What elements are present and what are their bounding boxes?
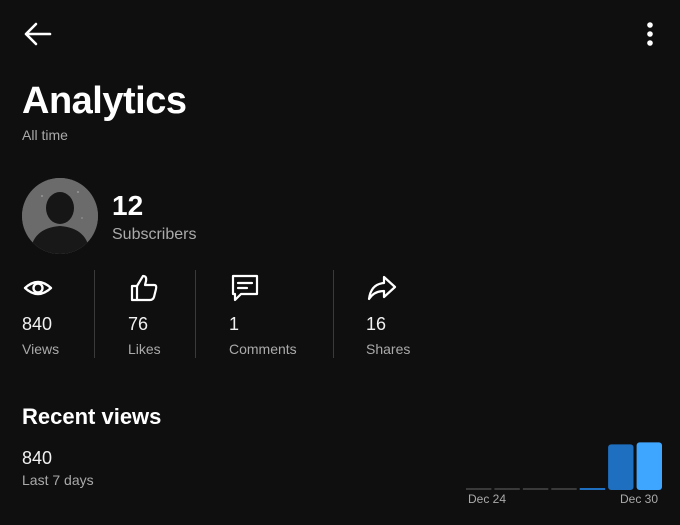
- stat-value: 840: [22, 314, 53, 334]
- chart-bar: [551, 488, 577, 490]
- chart-bar: [522, 488, 549, 490]
- x-tick-label: Dec 24: [468, 492, 507, 506]
- comment-icon: [231, 274, 259, 302]
- divider: [333, 270, 334, 358]
- avatar[interactable]: [22, 178, 98, 254]
- stat-label: Likes: [128, 341, 161, 357]
- share-icon: [367, 275, 397, 301]
- stat-label: Comments: [229, 341, 297, 357]
- more-options-button[interactable]: [636, 18, 664, 50]
- chart-bar: [608, 444, 634, 490]
- subscribers-count: 12: [112, 190, 144, 221]
- stats-row: 840 Views 76 Likes 1 Comments 16 Shares: [0, 268, 680, 360]
- stat-label: Shares: [366, 341, 411, 357]
- eye-icon: [23, 280, 53, 296]
- chart-bar: [636, 442, 662, 490]
- divider: [195, 270, 196, 358]
- recent-views-period: Last 7 days: [22, 472, 94, 488]
- recent-views-chart[interactable]: [466, 438, 662, 490]
- chart-bar: [579, 488, 606, 490]
- recent-views-value: 840: [22, 448, 53, 468]
- thumbs-up-icon: [130, 274, 158, 302]
- divider: [94, 270, 95, 358]
- stat-value: 76: [128, 314, 149, 334]
- channel-summary: 12 Subscribers: [22, 178, 322, 256]
- more-vertical-icon: [647, 22, 653, 46]
- chart-bar: [494, 488, 520, 490]
- recent-views-title: Recent views: [22, 404, 162, 429]
- subscribers-label: Subscribers: [112, 226, 197, 243]
- stat-value: 16: [366, 314, 387, 334]
- back-button[interactable]: [20, 18, 56, 50]
- arrow-left-icon: [24, 22, 52, 46]
- page-title: Analytics: [22, 80, 187, 122]
- stat-label: Views: [22, 341, 60, 357]
- avatar-image: [22, 178, 98, 254]
- x-tick-label: Dec 30: [620, 492, 659, 506]
- stat-value: 1: [229, 314, 240, 334]
- page-subtitle: All time: [22, 127, 68, 143]
- chart-bar: [466, 488, 492, 490]
- top-bar: [0, 0, 680, 66]
